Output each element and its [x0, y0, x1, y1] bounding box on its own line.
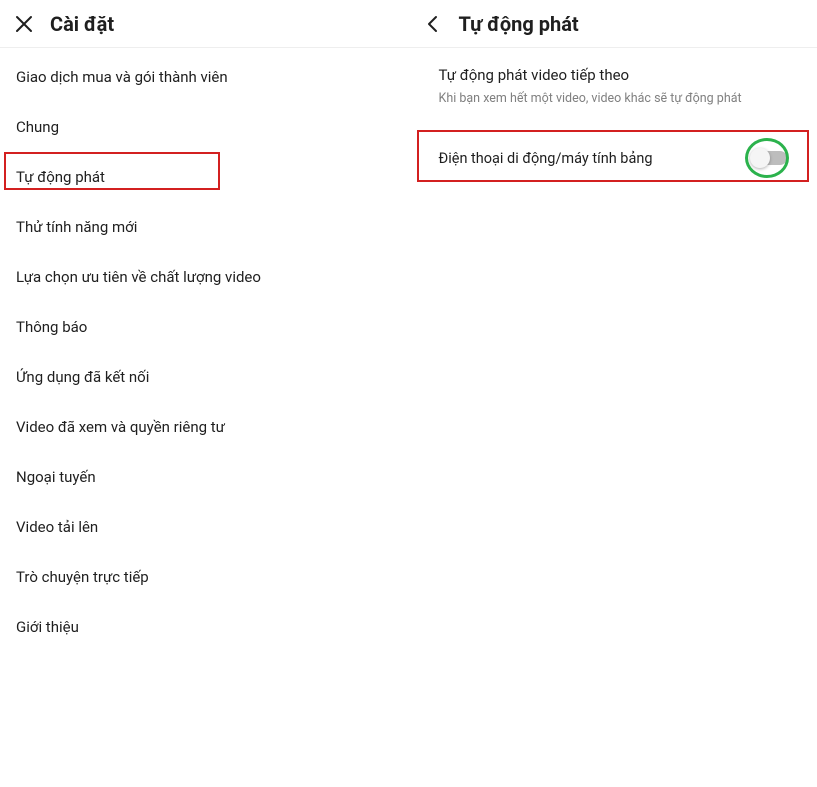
settings-item-quality[interactable]: Lựa chọn ưu tiên về chất lượng video	[0, 252, 409, 302]
settings-item-offline[interactable]: Ngoại tuyến	[0, 452, 409, 502]
settings-item-purchases[interactable]: Giao dịch mua và gói thành viên	[0, 52, 409, 102]
settings-item-history-privacy[interactable]: Video đã xem và quyền riêng tư	[0, 402, 409, 452]
close-icon[interactable]	[12, 12, 36, 36]
settings-item-livechat[interactable]: Trò chuyện trực tiếp	[0, 552, 409, 602]
settings-item-autoplay[interactable]: Tự động phát	[0, 152, 409, 202]
autoplay-section-subtitle: Khi bạn xem hết một video, video khác sẽ…	[439, 90, 788, 108]
back-icon[interactable]	[421, 12, 445, 36]
toggle-knob	[750, 148, 770, 168]
autoplay-device-row: Điện thoại di động/máy tính bảng	[409, 134, 817, 183]
autoplay-section-title: Tự động phát video tiếp theo	[439, 66, 788, 84]
settings-item-try-new[interactable]: Thử tính năng mới	[0, 202, 409, 252]
autoplay-section: Tự động phát video tiếp theo Khi bạn xem…	[409, 48, 817, 120]
settings-panel-left: Cài đặt Giao dịch mua và gói thành viên …	[0, 0, 409, 787]
settings-item-general[interactable]: Chung	[0, 102, 409, 152]
header-left: Cài đặt	[0, 0, 409, 48]
settings-item-about[interactable]: Giới thiệu	[0, 602, 409, 652]
autoplay-toggle[interactable]	[753, 151, 787, 165]
header-right: Tự động phát	[409, 0, 817, 48]
settings-panel-right: Tự động phát Tự động phát video tiếp the…	[409, 0, 817, 787]
page-title-left: Cài đặt	[50, 12, 114, 36]
page-title-right: Tự động phát	[459, 12, 579, 36]
settings-list: Giao dịch mua và gói thành viên Chung Tự…	[0, 48, 409, 652]
autoplay-device-label: Điện thoại di động/máy tính bảng	[439, 150, 653, 167]
settings-item-uploads[interactable]: Video tải lên	[0, 502, 409, 552]
toggle-wrap	[753, 151, 787, 165]
settings-item-notifications[interactable]: Thông báo	[0, 302, 409, 352]
settings-item-connected-apps[interactable]: Ứng dụng đã kết nối	[0, 352, 409, 402]
